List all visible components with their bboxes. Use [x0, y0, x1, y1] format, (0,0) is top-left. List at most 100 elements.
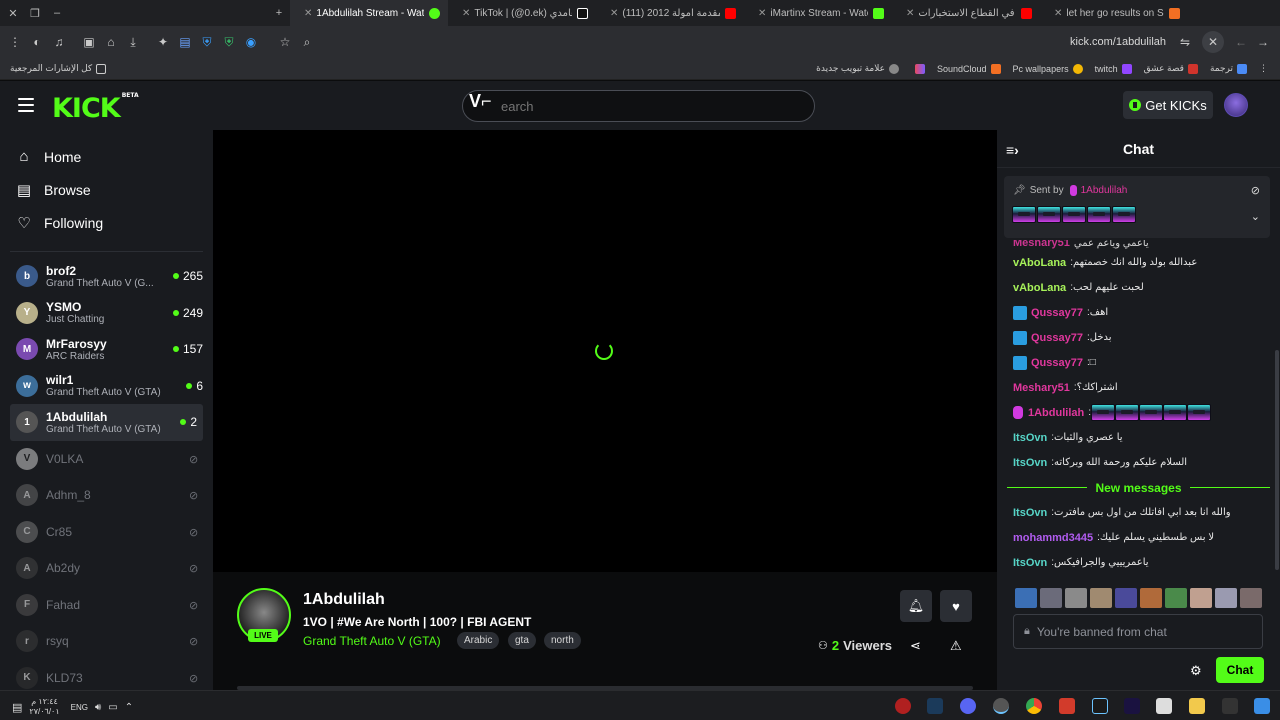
tab-youtube-2[interactable]: ✕ حميد عميل في القطاع الاستخبارات — [892, 0, 1040, 26]
back-arrow-icon[interactable]: → — [1252, 31, 1274, 53]
collapse-chat-icon[interactable]: ≡› — [1006, 142, 1019, 158]
tab-soundcloud[interactable]: ✕ let her go results on SoundClou — [1040, 0, 1188, 26]
chat-username[interactable]: vAboLana — [1013, 282, 1066, 294]
bookmark-pc-wallpapers[interactable]: Pc wallpapers — [1007, 63, 1089, 74]
emote-avatar-icon[interactable] — [1190, 588, 1212, 608]
emote-avatar-icon[interactable] — [1165, 588, 1187, 608]
sidebar-channel-ysmo[interactable]: Y YSMO Just Chatting 249 — [0, 295, 213, 332]
download-icon[interactable]: ⤓ — [122, 31, 144, 53]
more-menu-icon[interactable]: ⋮ — [4, 31, 26, 53]
follow-heart-button[interactable]: ♥ — [940, 590, 972, 622]
hide-eye-icon[interactable]: ⊘ — [1251, 184, 1260, 197]
chat-username[interactable]: ItsOvn — [1013, 507, 1047, 519]
emote-avatar-icon[interactable] — [1090, 588, 1112, 608]
discord-icon[interactable] — [960, 698, 976, 714]
chat-username[interactable]: mohammd3445 — [1013, 532, 1093, 544]
url-field[interactable]: kick.com/1abdulilah — [1070, 36, 1174, 48]
emote-avatar-icon[interactable] — [1040, 588, 1062, 608]
shield-icon[interactable]: ⛨ — [196, 31, 218, 53]
gear-icon[interactable]: ⚙ — [1190, 663, 1202, 679]
chrome-icon[interactable] — [1026, 698, 1042, 714]
sidebar-channel-v0lka[interactable]: V V0LKA ⊘ — [0, 441, 213, 478]
emote-avatar-icon[interactable] — [1240, 588, 1262, 608]
close-icon[interactable]: ✕ — [610, 8, 618, 19]
notification-icon[interactable]: ▤ — [12, 701, 22, 714]
close-icon[interactable]: ✕ — [906, 8, 914, 19]
notification-bell-button[interactable]: 🔔︎ — [900, 590, 932, 622]
chat-username[interactable]: Meshary51 — [1013, 382, 1070, 394]
chat-username[interactable]: Qussay77 — [1031, 307, 1083, 319]
close-icon[interactable]: ✕ — [462, 8, 470, 19]
report-warning-icon[interactable]: ⚠ — [950, 638, 962, 654]
sidebar-channel-rsyq[interactable]: r rsyq ⊘ — [0, 623, 213, 660]
close-icon[interactable]: ✕ — [758, 8, 766, 19]
sidebar-channel-mrfarosyy[interactable]: M MrFarosyy ARC Raiders 157 — [0, 331, 213, 368]
emote-avatar-icon[interactable] — [1215, 588, 1237, 608]
extension-icon[interactable]: ▣ — [78, 31, 100, 53]
tab-tiktok[interactable]: ✕ TikTok | (@0.ek) زام الغامدي — [448, 0, 596, 26]
emote-avatar-icon[interactable] — [1140, 588, 1162, 608]
sidebar-channel-adhm8[interactable]: A Adhm_8 ⊘ — [0, 477, 213, 514]
chat-username[interactable]: Qussay77 — [1031, 357, 1083, 369]
tab-1abdulilah[interactable]: ✕ 1Abdulilah Stream - Watch Live — [290, 0, 448, 26]
bookmark-new-tab[interactable]: علامة تبويب جديدة — [810, 63, 905, 74]
bookmark-star-icon[interactable]: ☆ — [274, 31, 296, 53]
puzzle-extension-icon[interactable]: ✦ — [152, 31, 174, 53]
nav-home[interactable]: ⌂ Home — [0, 140, 213, 173]
bookmarks-more-icon[interactable]: ⋮ — [1253, 63, 1274, 74]
clock[interactable]: ١٢:٤٤ م ٢٧/٠٦/٠١ — [29, 697, 59, 717]
bookmark-favicon[interactable] — [905, 63, 931, 74]
stream-category-link[interactable]: Grand Theft Auto V (GTA) — [303, 634, 441, 648]
sidebar-channel-kld73[interactable]: K KLD73 ⊘ — [0, 660, 213, 691]
app-icon[interactable] — [1222, 698, 1238, 714]
nav-browse[interactable]: ▤ Browse — [0, 173, 213, 206]
emote-avatar-icon[interactable] — [1065, 588, 1087, 608]
windows-start-icon[interactable] — [1254, 698, 1270, 714]
chat-username[interactable]: Meshary51 — [1013, 240, 1070, 249]
sidebar-channel-1abdulilah[interactable]: 1 1Abdulilah Grand Theft Auto V (GTA) 2 — [10, 404, 203, 441]
after-effects-icon[interactable] — [1124, 698, 1140, 714]
tag-gta[interactable]: gta — [508, 632, 536, 649]
chat-send-button[interactable]: Chat — [1216, 657, 1264, 683]
extension-icon[interactable]: ♫ — [48, 31, 70, 53]
bookmark-translate[interactable]: ترجمة — [1204, 63, 1253, 74]
all-bookmarks[interactable]: كل الإشارات المرجعية — [4, 63, 112, 74]
chat-username[interactable]: vAboLana — [1013, 257, 1066, 269]
chevron-up-icon[interactable]: ⌃ — [125, 702, 133, 713]
tab-youtube-1[interactable]: ✕ (111) مقدمة امولة 2012 - be — [596, 0, 744, 26]
language-indicator[interactable]: ENG — [71, 703, 88, 712]
search-icon[interactable]: ⌕ — [296, 31, 318, 53]
stop-loading-icon[interactable]: ✕ — [1202, 31, 1224, 53]
channel-name[interactable]: 1Abdulilah — [303, 591, 385, 609]
close-icon[interactable]: ✕ — [304, 8, 312, 19]
share-icon[interactable]: ⋖ — [910, 638, 921, 654]
network-icon[interactable]: ▭ — [108, 702, 117, 713]
chat-username[interactable]: ItsOvn — [1013, 432, 1047, 444]
sidebar-channel-fahad[interactable]: F Fahad ⊘ — [0, 587, 213, 624]
app-icon[interactable] — [1059, 698, 1075, 714]
tag-north[interactable]: north — [544, 632, 581, 649]
search-bar[interactable]: V⌐ — [462, 90, 815, 122]
vegas-icon[interactable] — [1092, 698, 1108, 714]
nav-following[interactable]: ♡ Following — [0, 206, 213, 239]
pinned-user[interactable]: 1Abdulilah — [1081, 185, 1128, 196]
user-avatar[interactable] — [1224, 93, 1248, 117]
sidebar-channel-brof2[interactable]: b brof2 Grand Theft Auto V (G... 265 — [0, 258, 213, 295]
emote-avatar-icon[interactable] — [1015, 588, 1037, 608]
chat-username[interactable]: 1Abdulilah — [1028, 407, 1084, 419]
get-kicks-button[interactable]: Get KICKs — [1123, 91, 1213, 119]
bookmark-soundcloud[interactable]: SoundCloud — [931, 63, 1007, 74]
chevron-down-icon[interactable]: ⌄ — [1251, 210, 1260, 223]
extension-icon[interactable]: ◐ — [26, 31, 48, 53]
close-window-icon[interactable]: ✕ — [2, 7, 24, 20]
chat-username[interactable]: Qussay77 — [1031, 332, 1083, 344]
sidebar-channel-cr85[interactable]: C Cr85 ⊘ — [0, 514, 213, 551]
extension-icon[interactable]: ⌂ — [100, 31, 122, 53]
tag-arabic[interactable]: Arabic — [457, 632, 500, 649]
app-icon[interactable] — [1156, 698, 1172, 714]
chat-username[interactable]: ItsOvn — [1013, 557, 1047, 569]
tab-imartinx[interactable]: ✕ iMartinx Stream - Watch Live o — [744, 0, 892, 26]
new-tab-icon[interactable]: + — [268, 7, 290, 19]
site-settings-icon[interactable]: ⇋ — [1174, 31, 1196, 53]
sidebar-channel-ab2dy[interactable]: A Ab2dy ⊘ — [0, 550, 213, 587]
